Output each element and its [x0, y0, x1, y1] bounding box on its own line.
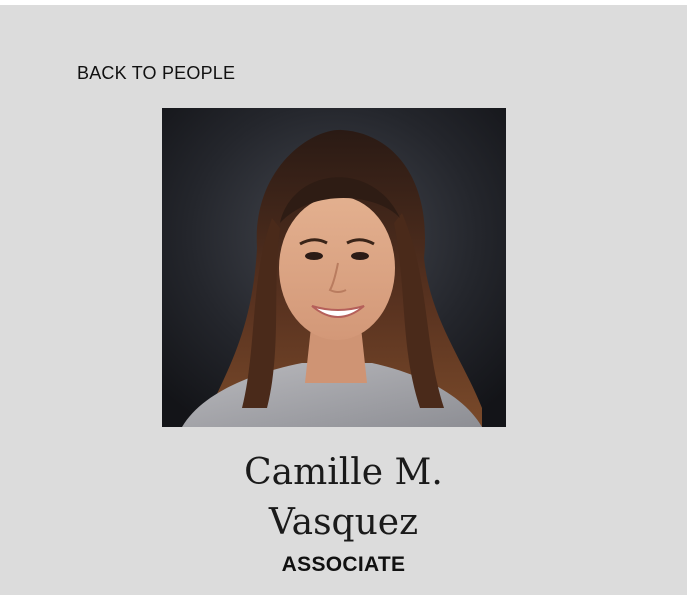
- profile-photo: [162, 108, 506, 427]
- profile-panel: BACK TO PEOPLE Camille M. Vasquez ASSOCI…: [0, 5, 687, 595]
- back-to-people-link[interactable]: BACK TO PEOPLE: [77, 63, 235, 84]
- person-name-line1: Camille M.: [244, 452, 443, 493]
- portrait-icon: [162, 108, 506, 427]
- person-name: Camille M. Vasquez: [0, 448, 687, 548]
- person-role: ASSOCIATE: [281, 553, 406, 576]
- person-name-line2: Vasquez: [268, 502, 419, 543]
